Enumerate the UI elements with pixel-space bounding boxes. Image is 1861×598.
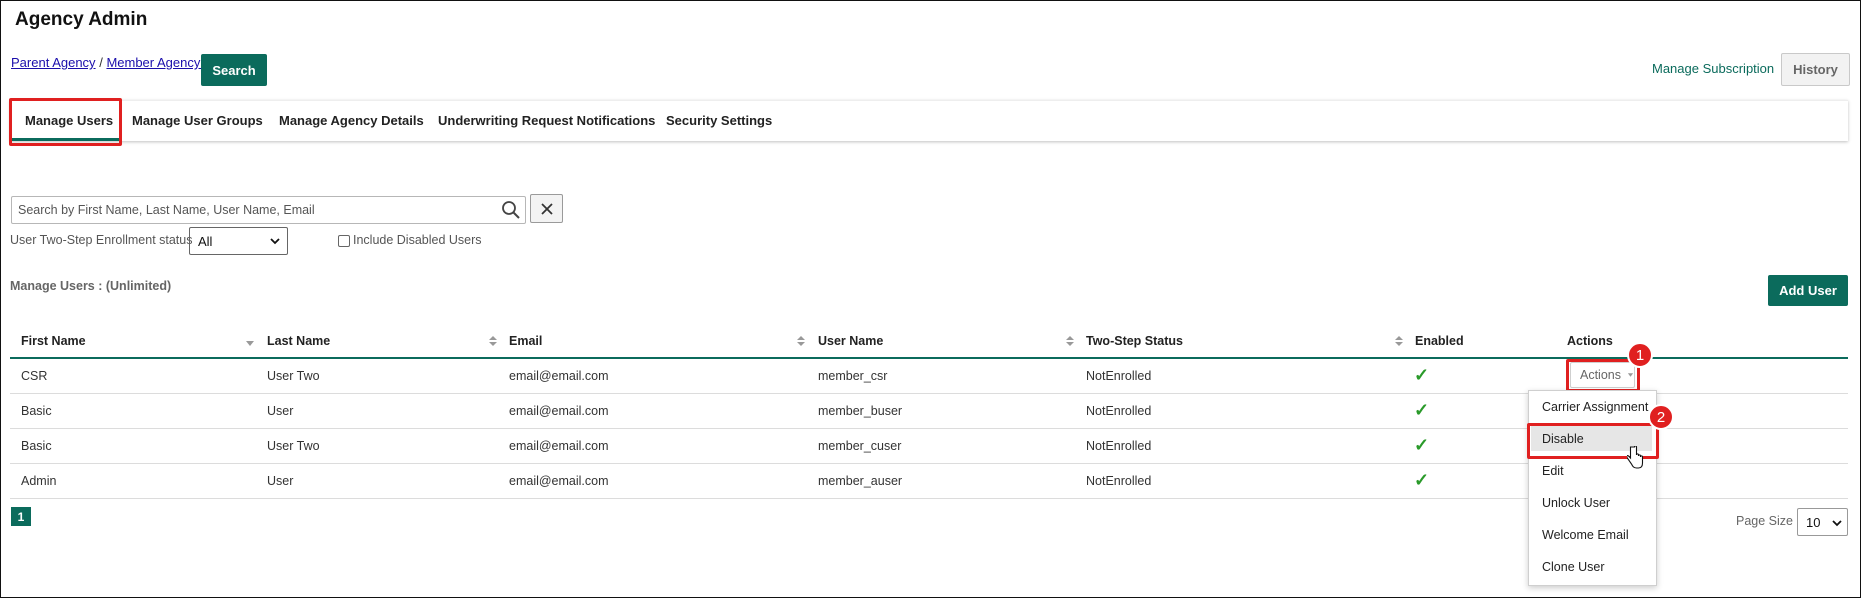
check-icon: ✓ [1414,365,1430,385]
sort-icon[interactable] [1066,336,1074,346]
check-icon: ✓ [1414,435,1430,455]
highlight-box-actions-button [1566,359,1640,392]
tab-manage-user-groups[interactable]: Manage User Groups [132,113,263,128]
sort-icon[interactable] [1395,336,1403,346]
history-button[interactable]: History [1781,53,1850,86]
cell-two-step-status: NotEnrolled [1086,369,1152,383]
chevron-down-icon [270,238,280,245]
column-header-last-name[interactable]: Last Name [267,334,330,348]
include-disabled-label: Include Disabled Users [353,233,482,247]
breadcrumb-member-link[interactable]: Member Agency A [106,55,212,70]
menu-item-edit[interactable]: Edit [1542,464,1564,478]
enrollment-status-value: All [198,233,213,249]
enrollment-status-label: User Two-Step Enrollment status [10,233,193,247]
menu-item-welcome-email[interactable]: Welcome Email [1542,528,1629,542]
column-header-user-name[interactable]: User Name [818,334,883,348]
cell-last-name: User Two [267,439,320,453]
manage-subscription-link[interactable]: Manage Subscription [1652,61,1774,76]
page-size-label: Page Size [1736,514,1793,528]
step-badge-1: 1 [1627,342,1653,368]
column-header-first-name[interactable]: First Name [21,334,86,348]
chevron-down-icon [1832,520,1842,527]
column-header-email[interactable]: Email [509,334,542,348]
cell-email: email@email.com [509,474,609,488]
page-size-value: 10 [1806,514,1821,530]
step-badge-2: 2 [1648,404,1674,430]
actions-menu: Carrier Assignment Disable Edit Unlock U… [1528,390,1657,586]
cell-email: email@email.com [509,369,609,383]
breadcrumb-separator: / [99,55,103,70]
cell-email: email@email.com [509,404,609,418]
sort-desc-icon[interactable] [246,339,254,349]
page-title: Agency Admin [15,9,148,30]
tab-security-settings[interactable]: Security Settings [666,113,772,128]
cell-email: email@email.com [509,439,609,453]
search-field [11,196,526,224]
cell-last-name: User [267,474,294,488]
cell-two-step-status: NotEnrolled [1086,404,1152,418]
tab-bar: Manage Users Manage User Groups Manage A… [10,100,1848,141]
clear-search-button[interactable] [530,194,563,223]
cell-user-name: member_csr [818,369,888,383]
include-disabled-checkbox[interactable] [338,235,350,247]
breadcrumb: Parent Agency / Member Agency A [11,55,212,70]
menu-item-carrier-assignment[interactable]: Carrier Assignment [1542,400,1648,414]
close-icon [540,202,553,215]
cell-first-name: Basic [21,404,52,418]
cell-user-name: member_cuser [818,439,902,453]
breadcrumb-parent-link[interactable]: Parent Agency [11,55,96,70]
manage-users-count-label: Manage Users : (Unlimited) [10,279,172,293]
page-size-select[interactable]: 10 [1797,508,1848,536]
menu-item-unlock-user[interactable]: Unlock User [1542,496,1610,510]
add-user-button[interactable]: Add User [1768,275,1848,306]
check-icon: ✓ [1414,470,1430,490]
tab-underwriting-request-notifications[interactable]: Underwriting Request Notifications [438,113,655,128]
enrollment-status-select[interactable]: All [189,227,288,255]
column-header-actions: Actions [1567,334,1613,348]
cell-user-name: member_buser [818,404,903,418]
sort-icon[interactable] [489,336,497,346]
tab-manage-agency-details[interactable]: Manage Agency Details [279,113,424,128]
check-icon: ✓ [1414,400,1430,420]
cell-first-name: Basic [21,439,52,453]
search-input[interactable] [12,198,497,222]
cell-user-name: member_auser [818,474,903,488]
menu-item-clone-user[interactable]: Clone User [1542,560,1605,574]
pagination-page-1[interactable]: 1 [11,507,31,526]
cell-two-step-status: NotEnrolled [1086,474,1152,488]
column-header-enabled: Enabled [1415,334,1464,348]
sort-icon[interactable] [797,336,805,346]
highlight-box-manage-users-tab [9,98,122,146]
pointer-cursor-icon [1627,446,1644,469]
cell-last-name: User Two [267,369,320,383]
search-button[interactable]: Search [201,54,267,86]
cell-first-name: Admin [21,474,57,488]
cell-last-name: User [267,404,294,418]
column-header-two-step-status[interactable]: Two-Step Status [1086,334,1183,348]
magnifier-icon[interactable] [497,197,525,223]
cell-first-name: CSR [21,369,48,383]
cell-two-step-status: NotEnrolled [1086,439,1152,453]
